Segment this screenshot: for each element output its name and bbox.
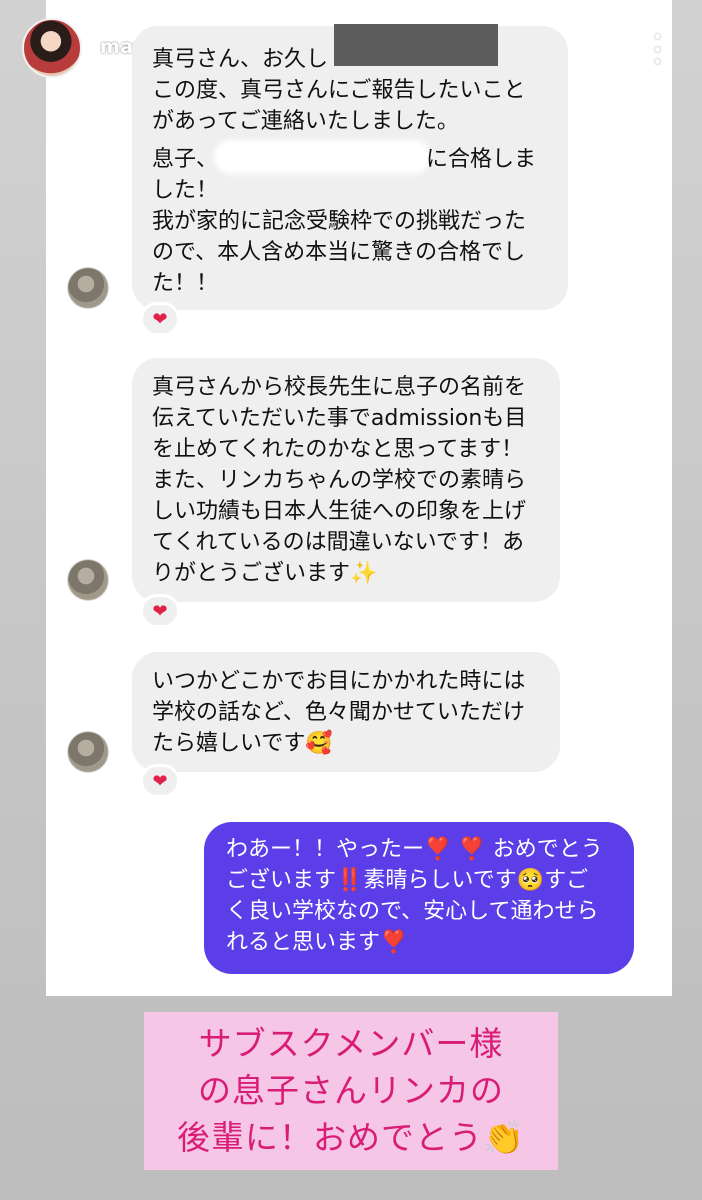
heart-reaction-icon[interactable]: ❤ [140,594,180,628]
message-line: 我が家的に記念受験枠での挑戦だった [152,209,527,234]
message-line: 息子、 に合格しま [152,144,548,175]
message-bubble-2: 真弓さんから校長先生に息子の名前を 伝えていただいた事でadmissionも目 … [132,358,560,602]
heart-reaction-icon[interactable]: ❤ [140,764,180,798]
message-line: また、リンカちゃんの学校での素晴ら [152,468,527,493]
sender-avatar[interactable] [68,268,108,308]
message-line: ので、本人含め本当に驚きの合格でし [152,240,526,265]
sender-avatar[interactable] [68,732,108,772]
message-line: 学校の話など、色々聞かせていただけ [152,700,525,725]
more-vertical-icon[interactable] [650,34,664,64]
heart-reaction-icon[interactable]: ❤ [140,302,180,336]
message-line: した！ [152,178,219,203]
message-line: 伝えていただいた事でadmissionも目 [152,406,527,431]
message-line: わあー！！やったー❣️ ❣️ おめでとう [226,837,603,862]
sender-avatar[interactable] [68,560,108,600]
message-line: ございます‼️素晴らしいです🥺すご [226,868,589,893]
message-line: があってご連絡いたしました。 [152,109,459,134]
message-line: た！！ [152,271,219,296]
message-line: りがとうございます✨ [152,561,378,586]
message-line: く良い学校なので、安心して通わせら [226,899,599,924]
sticker-line: 後輩に！おめでとう👏 [176,1118,526,1157]
message-line: 真弓さんから校長先生に息子の名前を [152,375,527,400]
redacted-school-name [218,144,427,170]
sticker-line: の息子さんリンカの [198,1071,504,1110]
message-line: いつかどこかでお目にかかれた時には [152,669,526,694]
outgoing-message-bubble: わあー！！やったー❣️ ❣️ おめでとう ございます‼️素晴らしいです🥺すご く… [204,822,634,974]
message-line: しい功績も日本人生徒への印象を上げ [152,499,527,524]
profile-avatar[interactable] [22,18,82,78]
message-line: この度、真弓さんにご報告したいこと [152,78,526,103]
message-line: たら嬉しいです🥰 [152,731,333,756]
message-bubble-1: 真弓さん、お久し この度、真弓さんにご報告したいこと があってご連絡いたしました… [132,26,568,310]
story-text-sticker: サブスクメンバー様 の息子さんリンカの 後輩に！おめでとう👏 [144,1012,558,1170]
sticker-line: サブスクメンバー様 [198,1024,504,1063]
message-line: てくれているのは間違いないです！あ [152,530,525,555]
redacted-name-block [334,24,498,66]
message-bubble-3: いつかどこかでお目にかかれた時には 学校の話など、色々聞かせていただけ たら嬉し… [132,652,560,772]
message-line: を止めてくれたのかなと思ってます！ [152,437,524,462]
message-line: れると思います❣️ [226,930,408,955]
